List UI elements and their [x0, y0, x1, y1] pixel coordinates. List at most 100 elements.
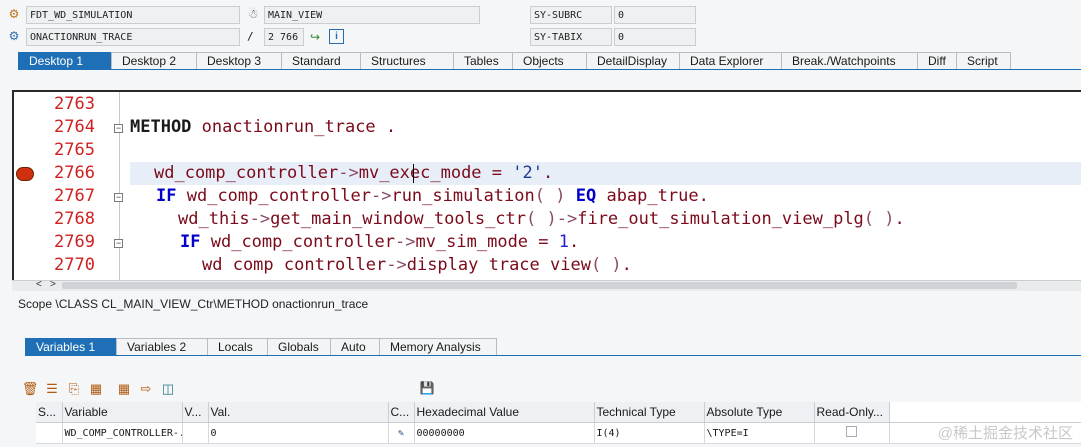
grid-spacer	[18, 422, 36, 444]
col-header-tech-type[interactable]: Technical Type	[594, 402, 705, 423]
col-header-s[interactable]: S...	[36, 402, 63, 423]
identifier: wd_this	[178, 209, 250, 229]
punct: .	[621, 255, 632, 275]
goto-line-icon[interactable]: ↪	[307, 29, 323, 45]
event-field[interactable]: ONACTIONRUN_TRACE	[26, 28, 240, 46]
tab-memory-analysis[interactable]: Memory Analysis	[379, 338, 497, 355]
editor-horizontal-scrollbar[interactable]: < >	[12, 279, 1081, 291]
col-header-hex[interactable]: Hexadecimal Value	[414, 402, 595, 423]
punct: .	[894, 209, 905, 229]
tab-desktop-1[interactable]: Desktop 1	[18, 52, 112, 69]
fold-toggle-icon[interactable]: −	[114, 124, 123, 133]
watermark: @稀土掘金技术社区	[937, 425, 1073, 442]
line-number: 2767	[54, 186, 95, 206]
delete-icon[interactable]: 🗑	[20, 380, 40, 398]
cell-variable[interactable]: WD_COMP_CONTROLLER-...	[62, 422, 183, 444]
code-line-2769: IF wd_comp_controller->mv_sim_mode = 1.	[180, 231, 579, 254]
view-icon: ☃	[247, 7, 259, 21]
keyword: IF	[180, 232, 201, 252]
scroll-left-icon[interactable]: <	[36, 279, 42, 290]
export-icon[interactable]: ◫	[158, 380, 178, 398]
tab-variables-1[interactable]: Variables 1	[25, 338, 117, 355]
copy-icon[interactable]: ⎘	[64, 380, 84, 398]
col-header-c[interactable]: C...	[388, 402, 415, 423]
sy-subrc-value[interactable]: 0	[614, 6, 696, 24]
identifier: mv_exec_mode	[358, 163, 482, 183]
tree-icon[interactable]: ▦	[114, 380, 134, 398]
tab-globals[interactable]: Globals	[267, 338, 331, 355]
gutter-divider	[119, 92, 120, 280]
tab-auto[interactable]: Auto	[330, 338, 380, 355]
identifier: onactionrun_trace	[201, 117, 376, 137]
col-header-v[interactable]: V...	[182, 402, 209, 423]
identifier: wd comp controller	[202, 255, 387, 275]
line-number: 2763	[54, 94, 95, 114]
view-field[interactable]: MAIN_VIEW	[264, 6, 480, 24]
operator: ->	[370, 186, 392, 206]
line-separator: /	[247, 30, 254, 43]
col-header-variable[interactable]: Variable	[62, 402, 183, 423]
save-icon[interactable]: 💾	[419, 380, 435, 396]
tab-locals[interactable]: Locals	[207, 338, 268, 355]
identifier: get_main_window_tools_ctr	[270, 209, 527, 229]
tab-tables[interactable]: Tables	[453, 52, 513, 69]
info-icon[interactable]: i	[329, 29, 344, 44]
parens: ( )	[590, 255, 622, 275]
cell-value[interactable]: 0	[208, 422, 389, 444]
identifier: display trace view	[406, 255, 591, 275]
line-number: 2765	[54, 140, 95, 160]
sy-tabix-value[interactable]: 0	[614, 28, 696, 46]
expand-icon[interactable]: ⇨	[136, 380, 156, 398]
keyword: IF	[156, 186, 177, 206]
scroll-right-icon[interactable]: >	[50, 279, 56, 290]
line-number: 2770	[54, 255, 95, 275]
line-number: 2769	[54, 232, 95, 252]
tab-structures[interactable]: Structures	[360, 52, 454, 69]
variables-tabbar: Variables 1 Variables 2 Locals Globals A…	[25, 338, 497, 356]
tab-desktop-3[interactable]: Desktop 3	[196, 52, 282, 69]
scroll-thumb[interactable]	[62, 282, 1017, 289]
tab-diff[interactable]: Diff	[917, 52, 957, 69]
col-header-abs-type[interactable]: Absolute Type	[704, 402, 815, 423]
keyword: EQ	[575, 186, 597, 206]
operator: ->	[338, 163, 359, 183]
string-literal: '2'	[512, 163, 544, 183]
edit-pencil-icon[interactable]: ✎	[388, 422, 415, 444]
code-line-2768: wd_this->get_main_window_tools_ctr( )->f…	[178, 208, 905, 231]
fold-toggle-icon[interactable]: −	[114, 239, 123, 248]
parens: ( )	[526, 209, 557, 229]
tab-script[interactable]: Script	[956, 52, 1011, 69]
col-header-readonly[interactable]: Read-Only...	[814, 402, 890, 423]
cell-hex: 00000000	[414, 422, 595, 444]
sy-tabix-label: SY-TABIX	[530, 28, 612, 46]
tab-variables-2[interactable]: Variables 2	[116, 338, 208, 355]
list-icon[interactable]: ☰	[42, 380, 62, 398]
operator: ->	[394, 232, 416, 252]
identifier: wd_comp_controller	[186, 186, 371, 206]
program-field[interactable]: FDT_WD_SIMULATION	[26, 6, 240, 24]
number-literal: 1	[558, 232, 570, 252]
filter-icon[interactable]: ▦	[86, 380, 106, 398]
operator: =	[491, 163, 503, 183]
code-editor[interactable]: 2763 2764 2765 2766 2767 2768 2769 2770 …	[12, 90, 1081, 280]
breakpoint-icon[interactable]	[16, 167, 34, 181]
parens: ( )	[863, 209, 895, 229]
tab-objects[interactable]: Objects	[512, 52, 587, 69]
identifier: fire_out_simulation_view_plg	[577, 209, 864, 229]
cell-s	[36, 422, 63, 444]
cell-v	[182, 422, 209, 444]
readonly-checkbox[interactable]	[814, 422, 890, 444]
tab-desktop-2[interactable]: Desktop 2	[111, 52, 197, 69]
tab-detaildisplay[interactable]: DetailDisplay	[586, 52, 680, 69]
table-row[interactable]: WD_COMP_CONTROLLER-... 0 ✎ 00000000 I(4)…	[18, 422, 1081, 444]
code-line-2767: IF wd_comp_controller->run_simulation( )…	[156, 185, 709, 208]
line-number-field[interactable]: 2 766	[264, 28, 304, 46]
col-header-val[interactable]: Val.	[208, 402, 389, 423]
code-line-2770: wd comp controller->display trace view( …	[202, 254, 632, 277]
tab-data-explorer[interactable]: Data Explorer	[679, 52, 782, 69]
event-icon: ⚙	[8, 29, 20, 43]
tab-breakpoints[interactable]: Break./Watchpoints	[781, 52, 918, 69]
operator: ->	[556, 209, 578, 229]
tab-standard[interactable]: Standard	[281, 52, 361, 69]
fold-toggle-icon[interactable]: −	[114, 193, 123, 202]
